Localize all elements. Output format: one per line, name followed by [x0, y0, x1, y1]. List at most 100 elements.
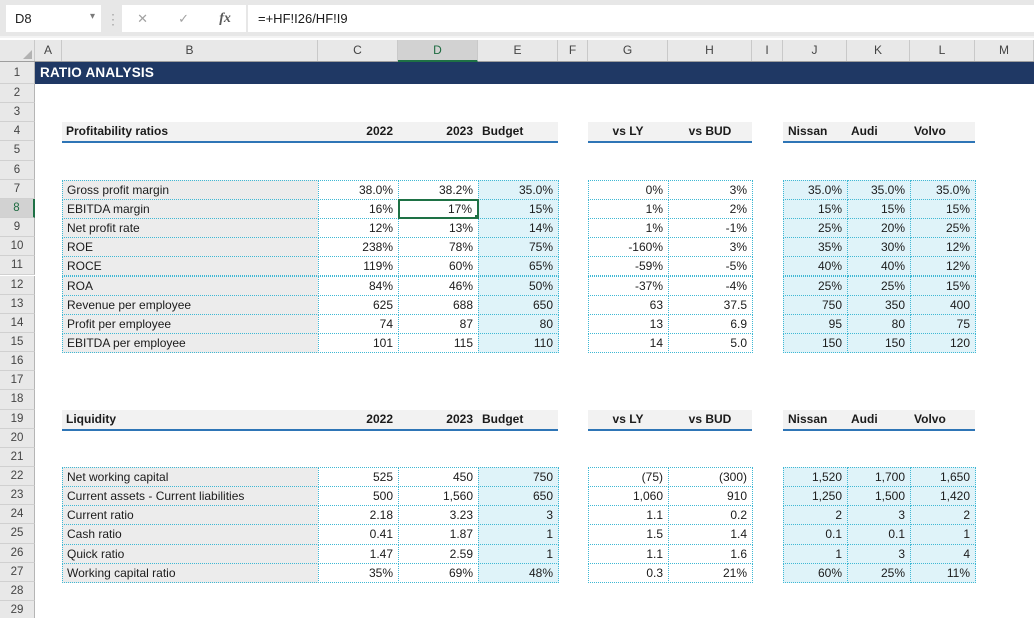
cell-L25[interactable]: 1 [910, 524, 976, 544]
header-liquidity-nissan[interactable]: Nissan [784, 410, 848, 429]
row-header-23[interactable]: 23 [0, 486, 35, 505]
cell-L11[interactable]: 12% [910, 256, 976, 276]
row-header-19[interactable]: 19 [0, 410, 35, 429]
cell-K25[interactable]: 0.1 [847, 524, 911, 544]
cell-J26[interactable]: 1 [783, 544, 848, 564]
header-liquidity-2022[interactable]: 2022 [318, 410, 398, 429]
cell-D27[interactable]: 69% [398, 563, 479, 583]
cell-H27[interactable]: 21% [668, 563, 753, 583]
cell-J10[interactable]: 35% [783, 237, 848, 257]
row-header-17[interactable]: 17 [0, 371, 35, 390]
row-header-15[interactable]: 15 [0, 333, 35, 352]
insert-function-icon[interactable]: fx [219, 11, 231, 27]
cell-H9[interactable]: -1% [668, 218, 753, 238]
cell-C10[interactable]: 238% [318, 237, 399, 257]
cell-D10[interactable]: 78% [398, 237, 479, 257]
row-header-3[interactable]: 3 [0, 103, 35, 122]
header-profitability-title[interactable]: Profitability ratios [62, 122, 318, 141]
cell-J14[interactable]: 95 [783, 314, 848, 334]
cell-G23[interactable]: 1,060 [588, 486, 669, 506]
header-liquidity-volvo[interactable]: Volvo [910, 410, 975, 429]
cell-G27[interactable]: 0.3 [588, 563, 669, 583]
header-profitability-2023[interactable]: 2023 [398, 122, 478, 141]
col-header-C[interactable]: C [318, 40, 398, 61]
cell-J8[interactable]: 15% [783, 199, 848, 219]
header-profitability-audi[interactable]: Audi [847, 122, 910, 141]
cell-B12[interactable]: ROA [62, 276, 319, 296]
row-header-4[interactable]: 4 [0, 122, 35, 141]
cell-C8[interactable]: 16% [318, 199, 399, 219]
cell-C26[interactable]: 1.47 [318, 544, 399, 564]
cell-E25[interactable]: 1 [478, 524, 559, 544]
cell-L22[interactable]: 1,650 [910, 467, 976, 487]
cell-J15[interactable]: 150 [783, 333, 848, 353]
cell-D24[interactable]: 3.23 [398, 505, 479, 525]
cell-C14[interactable]: 74 [318, 314, 399, 334]
row-header-16[interactable]: 16 [0, 352, 35, 371]
row-header-21[interactable]: 21 [0, 448, 35, 467]
cell-L8[interactable]: 15% [910, 199, 976, 219]
cell-L12[interactable]: 15% [910, 276, 976, 296]
cell-H22[interactable]: (300) [668, 467, 753, 487]
cell-H12[interactable]: -4% [668, 276, 753, 296]
cell-G10[interactable]: -160% [588, 237, 669, 257]
cell-E8[interactable]: 15% [478, 199, 559, 219]
cell-L14[interactable]: 75 [910, 314, 976, 334]
cell-H25[interactable]: 1.4 [668, 524, 753, 544]
cell-B24[interactable]: Current ratio [62, 505, 319, 525]
cell-H11[interactable]: -5% [668, 256, 753, 276]
cell-C25[interactable]: 0.41 [318, 524, 399, 544]
row-header-5[interactable]: 5 [0, 141, 35, 160]
cell-B27[interactable]: Working capital ratio [62, 563, 319, 583]
header-profitability-nissan[interactable]: Nissan [784, 122, 848, 141]
cell-G8[interactable]: 1% [588, 199, 669, 219]
cell-K11[interactable]: 40% [847, 256, 911, 276]
cell-E11[interactable]: 65% [478, 256, 559, 276]
cell-E23[interactable]: 650 [478, 486, 559, 506]
cell-C11[interactable]: 119% [318, 256, 399, 276]
cell-G22[interactable]: (75) [588, 467, 669, 487]
cell-H24[interactable]: 0.2 [668, 505, 753, 525]
formula-bar[interactable]: =+HF!I26/HF!I9 [248, 5, 1034, 32]
cell-D26[interactable]: 2.59 [398, 544, 479, 564]
cell-K10[interactable]: 30% [847, 237, 911, 257]
col-header-I[interactable]: I [752, 40, 783, 61]
cell-E14[interactable]: 80 [478, 314, 559, 334]
col-header-L[interactable]: L [910, 40, 975, 61]
cell-E24[interactable]: 3 [478, 505, 559, 525]
cell-B26[interactable]: Quick ratio [62, 544, 319, 564]
col-header-J[interactable]: J [783, 40, 847, 61]
header-liquidity-title[interactable]: Liquidity [62, 410, 318, 429]
cell-L13[interactable]: 400 [910, 295, 976, 315]
cell-B15[interactable]: EBITDA per employee [62, 333, 319, 353]
row-header-24[interactable]: 24 [0, 505, 35, 524]
cell-B9[interactable]: Net profit rate [62, 218, 319, 238]
cell-E9[interactable]: 14% [478, 218, 559, 238]
cell-J24[interactable]: 2 [783, 505, 848, 525]
cell-H8[interactable]: 2% [668, 199, 753, 219]
row-header-13[interactable]: 13 [0, 295, 35, 314]
cell-B10[interactable]: ROE [62, 237, 319, 257]
cell-J12[interactable]: 25% [783, 276, 848, 296]
cell-C23[interactable]: 500 [318, 486, 399, 506]
cell-J11[interactable]: 40% [783, 256, 848, 276]
cell-title-ratio-analysis[interactable]: RATIO ANALYSIS [35, 62, 1034, 84]
cell-C9[interactable]: 12% [318, 218, 399, 238]
cell-D14[interactable]: 87 [398, 314, 479, 334]
cell-K15[interactable]: 150 [847, 333, 911, 353]
cell-L7[interactable]: 35.0% [910, 180, 976, 200]
row-header-1[interactable]: 1 [0, 62, 35, 84]
cell-G25[interactable]: 1.5 [588, 524, 669, 544]
row-header-12[interactable]: 12 [0, 276, 35, 295]
cell-H26[interactable]: 1.6 [668, 544, 753, 564]
fill-handle[interactable] [474, 214, 479, 219]
cell-B11[interactable]: ROCE [62, 256, 319, 276]
header-profitability-vs-ly[interactable]: vs LY [588, 122, 668, 141]
cell-G15[interactable]: 14 [588, 333, 669, 353]
row-header-14[interactable]: 14 [0, 314, 35, 333]
cell-H7[interactable]: 3% [668, 180, 753, 200]
cell-K24[interactable]: 3 [847, 505, 911, 525]
col-header-H[interactable]: H [668, 40, 752, 61]
cell-K12[interactable]: 25% [847, 276, 911, 296]
cell-G9[interactable]: 1% [588, 218, 669, 238]
